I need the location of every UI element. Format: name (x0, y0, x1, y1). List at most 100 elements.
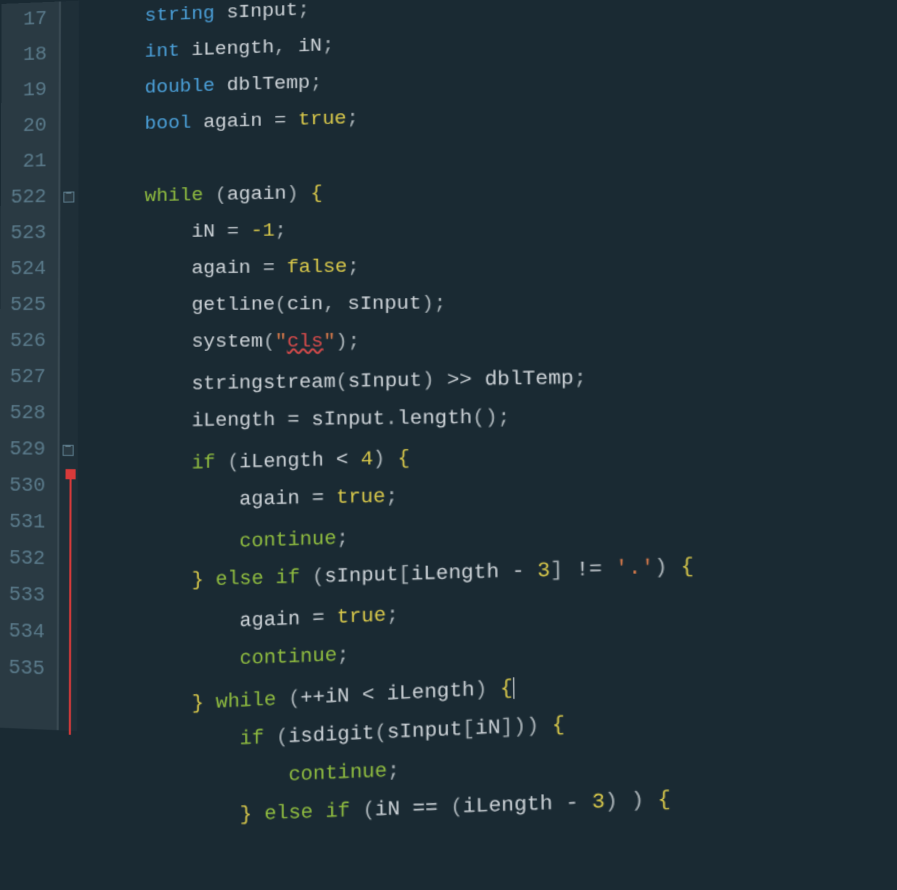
token-num: 3 (592, 790, 605, 815)
token-punct: ( (450, 795, 463, 819)
token-kw: continue (288, 759, 387, 786)
token-op: = (251, 256, 287, 279)
token-ident: iN (375, 797, 400, 821)
token-ident: again (239, 487, 299, 511)
token-punct: ; (346, 107, 358, 130)
fold-toggle[interactable] (63, 191, 74, 202)
token-num: 4 (361, 448, 373, 471)
line-number: 21 (9, 144, 47, 181)
token-punct: , (323, 292, 347, 315)
token-bracket: { (552, 713, 565, 737)
token-str-err: cls (287, 330, 323, 353)
token-ident: iN (298, 34, 322, 57)
token-punct: [ (398, 563, 411, 587)
fold-toggle[interactable] (63, 445, 74, 456)
line-number: 532 (7, 541, 45, 578)
line-number: 20 (9, 109, 47, 146)
token-punct: ) (373, 447, 398, 471)
token-kw: while (216, 688, 276, 714)
breakpoint-marker[interactable] (66, 469, 76, 479)
token-ident: iLength (192, 408, 276, 432)
token-punct: . (385, 407, 398, 430)
token-punct: ( (263, 330, 275, 353)
token-punct: ] (550, 558, 576, 582)
code-line[interactable]: system("cls"); (98, 320, 897, 360)
token-punct: ; (385, 485, 398, 508)
token-punct: ; (337, 643, 349, 667)
token-ident: iLength (387, 678, 475, 706)
token-punct: [ (462, 717, 475, 741)
token-punct: ); (335, 330, 360, 353)
token-bracket: { (681, 555, 695, 579)
code-editor: 1718192021522523524525526527528529530531… (0, 0, 897, 771)
token-punct: , (274, 35, 298, 58)
token-op: != (576, 557, 615, 582)
code-line[interactable]: getline(cin, sInput); (98, 280, 897, 324)
token-ident: iN (191, 220, 215, 243)
token-op: = (262, 108, 298, 131)
token-type: string (145, 2, 215, 27)
line-number: 531 (7, 505, 45, 542)
token-op: = (215, 220, 251, 243)
line-number: 524 (8, 252, 46, 288)
token-punct: ; (336, 526, 348, 549)
line-number: 527 (8, 360, 46, 396)
token-kw: if (192, 451, 216, 474)
token-ident: iN (475, 716, 501, 741)
token-op: - (553, 790, 592, 815)
token-ident: dblTemp (227, 71, 310, 96)
line-number: 18 (9, 38, 47, 75)
token-punct: ( (362, 798, 375, 822)
token-kw: if (240, 726, 264, 750)
token-ident: cin (287, 293, 323, 316)
token-func: isdigit (288, 721, 374, 748)
token-kw: else if (216, 566, 300, 591)
token-ident: sInput (227, 0, 298, 24)
token-ident: iLength (463, 792, 553, 819)
token-bracket: { (657, 787, 671, 812)
token-str: " (323, 330, 335, 353)
token-ident: dblTemp (484, 366, 573, 391)
token-str: '.' (615, 556, 655, 581)
token-punct: ( (336, 370, 348, 393)
token-punct: ])) (500, 713, 552, 739)
token-kw: while (145, 184, 204, 207)
token-ident: iN (325, 684, 350, 708)
token-func: length (397, 406, 472, 430)
token-op: == (400, 795, 451, 820)
token-type: int (145, 40, 180, 63)
token-bracket: { (398, 447, 411, 470)
token-ident: sInput (311, 407, 385, 431)
token-punct: ( (275, 293, 287, 316)
token-func: stringstream (192, 370, 336, 395)
line-number: 528 (8, 396, 46, 432)
token-bool: false (287, 255, 348, 278)
code-area[interactable]: string sInput; int iLength, iN; double d… (77, 0, 897, 771)
token-ident: again (227, 182, 287, 206)
token-punct: ( (312, 565, 324, 588)
line-number: 17 (9, 2, 47, 39)
text-cursor (513, 677, 514, 699)
line-number: 526 (8, 324, 46, 360)
token-punct: ; (322, 34, 334, 57)
token-kw: continue (239, 527, 336, 553)
line-number: 525 (8, 288, 46, 324)
token-num: 3 (537, 559, 550, 583)
token-func: system (192, 330, 263, 353)
token-bool: true (298, 107, 346, 131)
token-punct: ; (386, 603, 399, 627)
token-func: getline (192, 293, 275, 316)
token-str: " (275, 330, 287, 353)
token-op: - (499, 559, 538, 584)
line-number: 523 (8, 216, 46, 252)
token-punct: ); (421, 292, 446, 315)
token-op: < (324, 448, 361, 472)
token-type: bool (145, 111, 192, 134)
token-punct: (); (472, 406, 510, 430)
token-punct: ; (310, 71, 322, 94)
line-number: 535 (6, 650, 44, 688)
token-punct: ( (374, 721, 387, 745)
token-bool: true (336, 485, 385, 509)
token-op: ++ (300, 685, 325, 709)
token-op: = (300, 486, 337, 510)
